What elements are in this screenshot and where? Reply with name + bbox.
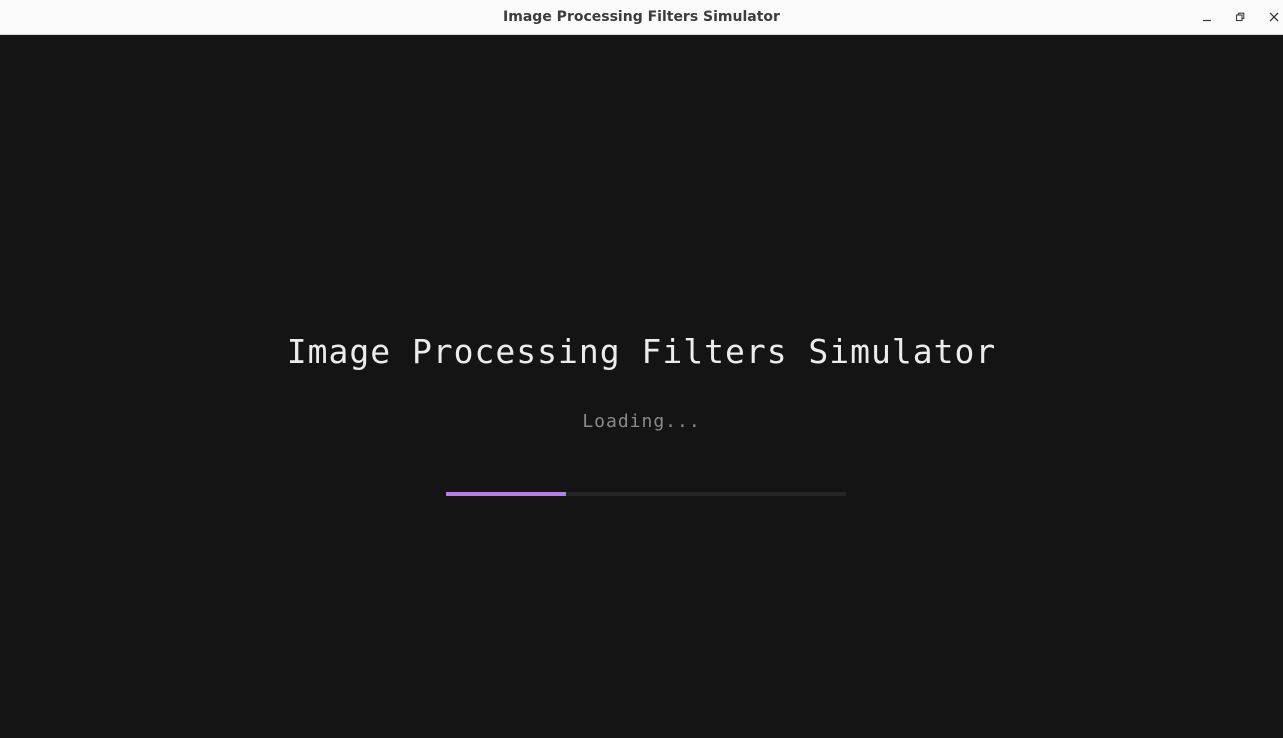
splash-title: Image Processing Filters Simulator bbox=[286, 332, 997, 371]
maximize-button[interactable] bbox=[1225, 0, 1255, 35]
loading-progress-fill bbox=[446, 492, 566, 496]
minimize-icon bbox=[1202, 9, 1212, 27]
minimize-button[interactable] bbox=[1192, 0, 1222, 35]
title-bar[interactable]: Image Processing Filters Simulator bbox=[0, 0, 1283, 35]
window-title: Image Processing Filters Simulator bbox=[503, 9, 780, 25]
splash-screen: Image Processing Filters Simulator Loadi… bbox=[0, 35, 1283, 738]
close-button[interactable] bbox=[1259, 0, 1283, 35]
loading-progress-bar bbox=[446, 492, 846, 496]
app-window: Image Processing Filters Simulator Image… bbox=[0, 0, 1283, 738]
close-icon bbox=[1269, 9, 1279, 27]
maximize-icon bbox=[1235, 9, 1245, 27]
loading-text: Loading... bbox=[582, 411, 701, 432]
